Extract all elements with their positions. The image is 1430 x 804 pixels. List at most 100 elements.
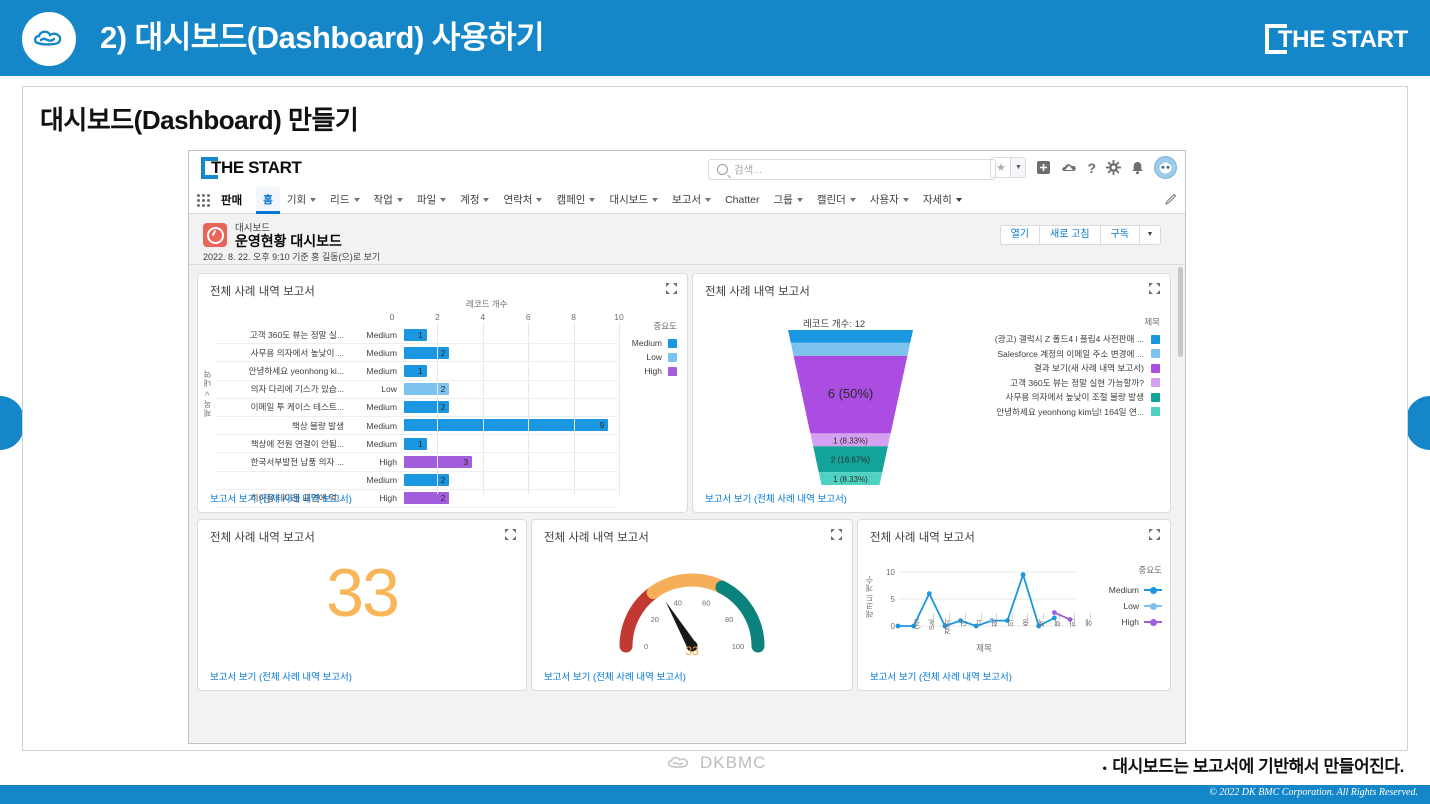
legend-item[interactable]: Salesforce 계정의 이메일 주소 변경에 ...	[945, 347, 1160, 362]
edit-nav-pencil-icon[interactable]	[1165, 193, 1177, 208]
nav-tab-users[interactable]: 사용자	[863, 187, 916, 214]
add-icon[interactable]	[1036, 160, 1051, 175]
line-point[interactable]	[1020, 572, 1026, 578]
bar[interactable]: 1	[404, 437, 427, 450]
bar[interactable]: 2	[404, 383, 450, 396]
bar[interactable]: 2	[404, 492, 450, 505]
setup-gear-icon[interactable]	[1106, 160, 1121, 175]
legend-item[interactable]: (광고) 갤럭시 Z 폴드4 l 플립4 사전판매 ...	[945, 332, 1160, 347]
trailhead-cloud-icon[interactable]	[1061, 161, 1077, 175]
bar[interactable]: 2	[404, 474, 450, 486]
open-button[interactable]: 열기	[999, 225, 1039, 245]
legend-swatch	[1151, 392, 1160, 402]
favorites-dropdown-icon[interactable]: ▼	[1010, 158, 1026, 177]
app-launcher-icon[interactable]	[197, 193, 210, 207]
nav-tab-leads[interactable]: 리드	[323, 187, 366, 214]
bar-row-priority: Medium	[366, 475, 397, 486]
line-x-tick: 회...	[990, 613, 1000, 627]
nav-tab-home[interactable]: 홈	[256, 186, 280, 214]
refresh-button[interactable]: 새로 고침	[1039, 225, 1100, 245]
view-report-link[interactable]: 보고서 보기 (전체 사례 내역 보고서)	[210, 491, 352, 505]
line-x-tick: 고...	[974, 613, 984, 627]
bar[interactable]: 1	[404, 328, 427, 341]
widget-title: 전체 사례 내역 보고서	[870, 532, 975, 544]
user-avatar[interactable]	[1154, 156, 1177, 179]
legend-label: High	[644, 366, 662, 376]
more-actions-button[interactable]: ▼	[1139, 225, 1161, 245]
legend-item[interactable]: 안녕하세요 yeonhong kim님! 164일 연...	[945, 405, 1160, 420]
nav-tab-tasks[interactable]: 작업	[367, 187, 410, 214]
nav-label: 캠페인	[556, 193, 586, 206]
bar[interactable]: 1	[404, 364, 427, 377]
nav-tab-campaigns[interactable]: 캠페인	[549, 187, 602, 214]
line-x-tick: Sal...	[926, 613, 936, 631]
nav-tab-reports[interactable]: 보고서	[665, 187, 718, 214]
funnel-segment-label: 1 (8.33%)	[833, 475, 868, 484]
notifications-bell-icon[interactable]	[1131, 161, 1144, 175]
nav-tab-accounts[interactable]: 계정	[453, 187, 496, 214]
nav-tab-files[interactable]: 파일	[410, 187, 453, 214]
view-report-link[interactable]: 보고서 보기 (전체 사례 내역 보고서)	[210, 669, 352, 683]
bar-value: 1	[417, 365, 423, 376]
salesforce-app-nav: 판매 홈 기회 리드 작업 파일 계정 연락처 캠페인 대시보드 보고서 Cha…	[189, 186, 1185, 214]
bar-row-priority: Medium	[366, 365, 397, 376]
favorites-star-icon[interactable]: ★	[991, 158, 1010, 177]
nav-tab-contacts[interactable]: 연락처	[496, 187, 549, 214]
subscribe-button[interactable]: 구독	[1099, 225, 1139, 245]
nav-tab-chatter[interactable]: Chatter	[718, 187, 766, 214]
bar-row-label: 사무용 의자에서 높낮이 ...	[250, 347, 344, 358]
funnel-segment[interactable]	[788, 330, 913, 343]
bar[interactable]: 2	[404, 346, 450, 359]
bar-row-priority: Medium	[366, 402, 397, 413]
legend-item[interactable]: High	[621, 364, 677, 378]
gridline	[437, 322, 439, 494]
legend-label: Medium	[1108, 585, 1139, 595]
chevron-down-icon	[536, 198, 543, 202]
logo-text: THE START	[1277, 26, 1408, 53]
nav-tab-groups[interactable]: 그룹	[767, 187, 810, 214]
bar[interactable]: 9	[404, 419, 609, 432]
expand-icon[interactable]	[831, 529, 842, 540]
legend-item[interactable]: Low	[1100, 598, 1162, 614]
nav-label: Chatter	[725, 193, 760, 206]
bar-row: 책상 불량 발생 Medium 9	[216, 417, 617, 436]
expand-icon[interactable]	[666, 283, 677, 294]
legend-item[interactable]: Medium	[621, 336, 677, 350]
legend-item[interactable]: Low	[621, 350, 677, 364]
view-report-link[interactable]: 보고서 보기 (전체 사례 내역 보고서)	[870, 669, 1012, 683]
funnel-segment-label: 6 (50%)	[828, 386, 874, 401]
legend-label: 고객 360도 뷰는 정말 실현 가능할까?	[1010, 377, 1144, 388]
nav-tab-more[interactable]: 자세히	[916, 187, 969, 214]
legend-item[interactable]: 사무용 의자에서 높낮이 조절 불량 발생	[945, 390, 1160, 405]
expand-icon[interactable]	[1149, 529, 1160, 540]
funnel-segment[interactable]	[790, 342, 911, 356]
legend-swatch	[1151, 378, 1160, 388]
bar[interactable]: 2	[404, 401, 450, 414]
bar-x-tick: 4	[480, 312, 486, 322]
logo-text: THE START	[211, 158, 302, 177]
legend-title: 중요도	[653, 321, 677, 331]
view-report-link[interactable]: 보고서 보기 (전체 사례 내역 보고서)	[705, 491, 847, 505]
legend-item[interactable]: Medium	[1100, 582, 1162, 598]
bar-row: 한국서부발전 납품 의자 ... High 3	[216, 453, 617, 472]
canvas-scrollbar[interactable]	[1178, 267, 1183, 357]
legend-item[interactable]: 결과 보기(새 사례 내역 보고서)	[945, 361, 1160, 376]
bar-row: 안녕하세요 yeonhong ki... Medium 1	[216, 362, 617, 381]
help-icon[interactable]: ?	[1087, 160, 1096, 176]
nav-label: 기회	[286, 193, 307, 206]
expand-icon[interactable]	[505, 529, 516, 540]
nav-tab-calendar[interactable]: 캘린더	[810, 187, 863, 214]
nav-label: 작업	[373, 193, 393, 206]
nav-tab-opportunities[interactable]: 기회	[280, 187, 323, 214]
bar-row-label: 고객 360도 뷰는 정말 실...	[249, 329, 344, 340]
legend-item[interactable]: 고객 360도 뷰는 정말 실현 가능할까?	[945, 376, 1160, 391]
legend-item[interactable]: High	[1100, 614, 1162, 630]
dkbmc-footer-logo: DKBMC	[666, 753, 766, 773]
favorites-control[interactable]: ★ ▼	[990, 157, 1027, 178]
view-report-link[interactable]: 보고서 보기 (전체 사례 내역 보고서)	[544, 669, 686, 683]
nav-tab-dashboards[interactable]: 대시보드	[602, 187, 665, 214]
expand-icon[interactable]	[1149, 283, 1160, 294]
global-search-input[interactable]: 검색...	[708, 159, 996, 180]
line-point[interactable]	[926, 591, 932, 596]
chevron-down-icon	[310, 198, 317, 202]
